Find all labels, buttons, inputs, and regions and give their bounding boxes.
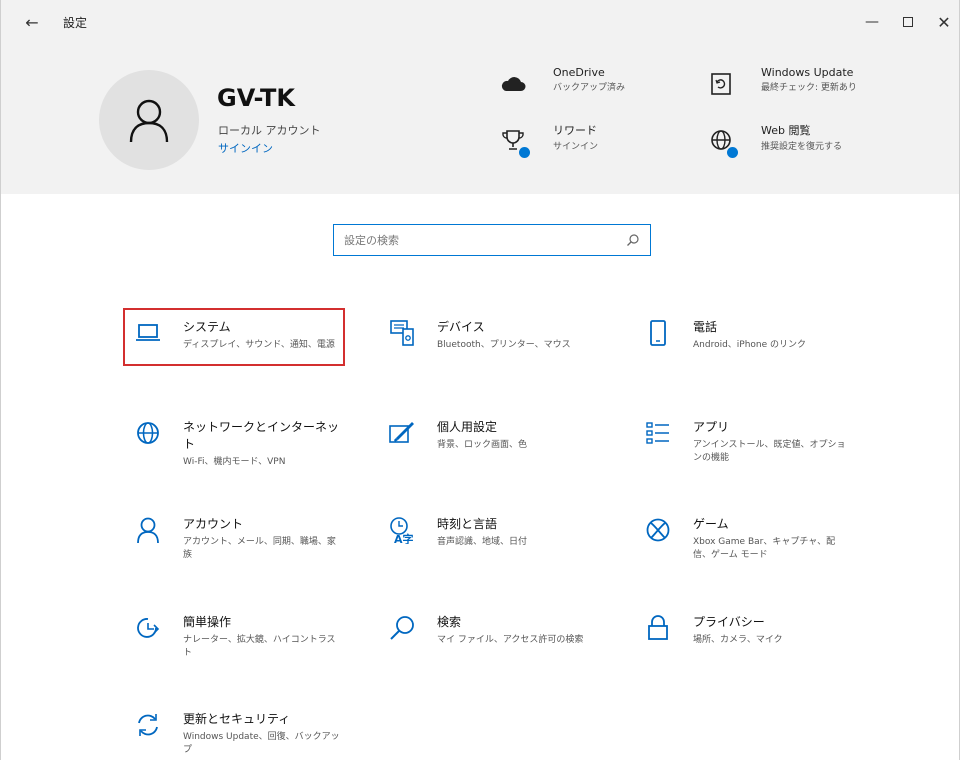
category-title: ゲーム — [693, 517, 729, 531]
devices-icon — [385, 316, 419, 350]
web-browsing-title: Web 閲覧 — [761, 124, 811, 137]
category-title: デバイス — [437, 320, 485, 334]
category-title: 簡単操作 — [183, 615, 232, 629]
search-icon[interactable] — [626, 233, 640, 247]
category-update-security[interactable]: 更新とセキュリティ Windows Update、回復、バックアップ — [131, 710, 343, 757]
trophy-icon — [493, 122, 533, 158]
avatar[interactable] — [99, 70, 199, 170]
category-subtitle: 音声認識、地域、日付 — [437, 537, 528, 547]
paint-icon — [385, 416, 419, 450]
onedrive-title: OneDrive — [553, 66, 605, 79]
person-icon — [129, 99, 169, 143]
category-subtitle: Xbox Game Bar、キャプチャ、配信、ゲーム モード — [693, 537, 836, 560]
category-title: アカウント — [183, 517, 244, 531]
close-icon: ✕ — [937, 12, 951, 32]
ease-of-access-icon — [131, 611, 165, 645]
category-ease-of-access[interactable]: 簡単操作 ナレーター、拡大鏡、ハイコントラスト — [131, 613, 343, 660]
category-personalization[interactable]: 個人用設定 背景、ロック画面、色 — [385, 418, 597, 452]
category-title: ネットワークとインターネット — [183, 420, 340, 451]
apps-list-icon — [641, 416, 675, 450]
account-header: GV-TK ローカル アカウント サインイン OneDrive バックアップ済み — [1, 44, 959, 194]
globe-icon — [701, 122, 741, 158]
notification-dot — [519, 147, 530, 158]
back-button[interactable]: ← — [15, 0, 49, 44]
time-language-icon: A字 — [385, 513, 419, 547]
category-subtitle: Windows Update、回復、バックアップ — [183, 732, 340, 755]
person-icon — [131, 513, 165, 547]
window-title: 設定 — [63, 16, 88, 30]
category-phone[interactable]: 電話 Android、iPhone のリンク — [641, 318, 853, 352]
category-gaming[interactable]: ゲーム Xbox Game Bar、キャプチャ、配信、ゲーム モード — [641, 515, 853, 562]
category-title: 時刻と言語 — [437, 517, 498, 531]
svg-text:A字: A字 — [394, 532, 414, 544]
search-box[interactable] — [333, 224, 651, 256]
onedrive-item[interactable]: OneDrive バックアップ済み — [493, 66, 625, 102]
category-devices[interactable]: デバイス Bluetooth、プリンター、マウス — [385, 318, 597, 352]
rewards-item[interactable]: リワード サインイン — [493, 122, 598, 158]
notification-dot — [727, 147, 738, 158]
search-input[interactable] — [344, 233, 614, 247]
category-subtitle: Android、iPhone のリンク — [693, 340, 807, 350]
title-bar: ← 設定 — ✕ — [1, 0, 959, 44]
category-network[interactable]: ネットワークとインターネット Wi-Fi、機内モード、VPN — [131, 418, 343, 469]
onedrive-status: バックアップ済み — [553, 83, 626, 93]
search-icon — [385, 611, 419, 645]
category-subtitle: 場所、カメラ、マイク — [693, 635, 783, 645]
rewards-title: リワード — [553, 124, 597, 137]
phone-icon — [641, 316, 675, 350]
category-privacy[interactable]: プライバシー 場所、カメラ、マイク — [641, 613, 853, 647]
close-button[interactable]: ✕ — [921, 0, 960, 44]
cloud-icon — [493, 66, 533, 102]
back-arrow-icon: ← — [25, 12, 39, 32]
settings-window: ← 設定 — ✕ GV-TK ローカル アカウント サインイン OneDrive… — [0, 0, 960, 760]
user-name: GV-TK — [217, 84, 295, 112]
category-subtitle: ナレーター、拡大鏡、ハイコントラスト — [183, 635, 336, 658]
windows-update-title: Windows Update — [761, 66, 854, 79]
category-apps[interactable]: アプリ アンインストール、既定値、オプションの機能 — [641, 418, 853, 465]
windows-update-icon — [701, 66, 741, 102]
category-title: 更新とセキュリティ — [183, 712, 291, 726]
web-browsing-item[interactable]: Web 閲覧 推奨設定を復元する — [701, 122, 881, 158]
category-time-language[interactable]: A字 時刻と言語 音声認識、地域、日付 — [385, 515, 597, 549]
globe-icon — [131, 416, 165, 450]
sync-icon — [131, 708, 165, 742]
minimize-icon: — — [865, 14, 879, 30]
category-title: プライバシー — [693, 615, 765, 629]
category-subtitle: アンインストール、既定値、オプションの機能 — [693, 440, 846, 463]
account-type: ローカル アカウント — [218, 124, 321, 137]
windows-update-status: 最終チェック: 更新あり — [761, 83, 857, 93]
category-title: アプリ — [693, 420, 730, 434]
category-subtitle: 背景、ロック画面、色 — [437, 440, 528, 450]
category-search[interactable]: 検索 マイ ファイル、アクセス許可の検索 — [385, 613, 597, 647]
category-subtitle: アカウント、メール、同期、職場、家族 — [183, 537, 336, 560]
lock-icon — [641, 611, 675, 645]
xbox-icon — [641, 513, 675, 547]
category-title: 検索 — [437, 615, 462, 629]
windows-update-item[interactable]: Windows Update 最終チェック: 更新あり — [701, 66, 881, 102]
web-browsing-status: 推奨設定を復元する — [761, 142, 843, 152]
category-subtitle: マイ ファイル、アクセス許可の検索 — [437, 635, 584, 645]
category-subtitle: Wi-Fi、機内モード、VPN — [183, 457, 286, 467]
category-title: 個人用設定 — [437, 420, 498, 434]
highlight-box — [123, 308, 345, 366]
category-title: 電話 — [693, 320, 718, 334]
maximize-icon — [903, 17, 913, 27]
category-accounts[interactable]: アカウント アカウント、メール、同期、職場、家族 — [131, 515, 343, 562]
rewards-status: サインイン — [553, 142, 599, 152]
category-subtitle: Bluetooth、プリンター、マウス — [437, 340, 571, 350]
signin-link[interactable]: サインイン — [218, 140, 273, 156]
